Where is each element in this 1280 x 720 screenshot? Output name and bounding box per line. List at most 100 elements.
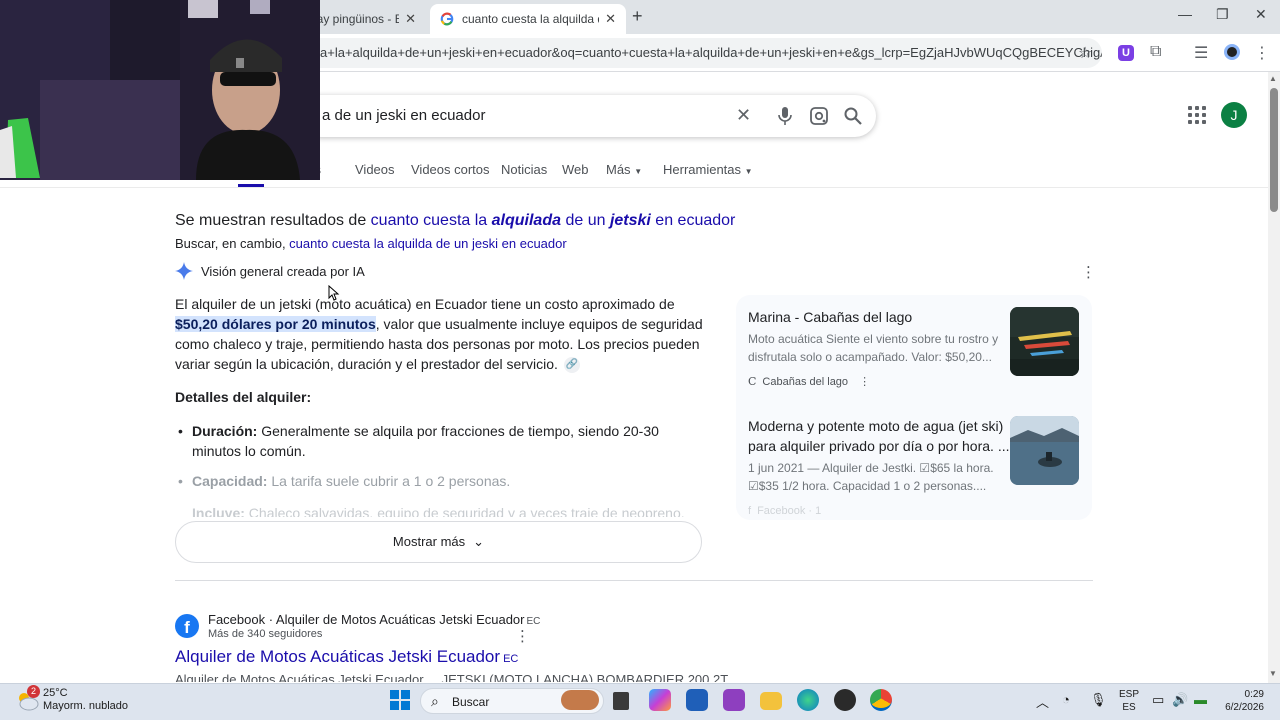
- minimize-icon[interactable]: —: [1178, 6, 1192, 22]
- store-icon[interactable]: [686, 689, 708, 711]
- search-icon[interactable]: [843, 106, 863, 126]
- result-more-icon[interactable]: ⋮: [515, 627, 530, 645]
- q-part-bold: alquilada: [491, 212, 561, 229]
- tab-close-icon[interactable]: ✕: [605, 11, 616, 27]
- restore-icon[interactable]: ❐: [1216, 6, 1229, 23]
- task-view-icon[interactable]: [613, 692, 629, 710]
- scroll-up-icon[interactable]: ▲: [1269, 74, 1277, 83]
- tools-label: Herramientas: [663, 162, 742, 177]
- microphone-icon[interactable]: 🎙: [1090, 692, 1107, 708]
- tab-more-label: Más: [606, 162, 631, 177]
- scrollbar-thumb[interactable]: [1270, 88, 1278, 212]
- webcam-overlay: [0, 0, 320, 180]
- extensions-puzzle-icon[interactable]: ⧉: [1150, 43, 1161, 61]
- network-icon[interactable]: ▭: [1152, 692, 1164, 708]
- scroll-down-icon[interactable]: ▼: [1269, 669, 1277, 678]
- tab-active-search[interactable]: cuanto cuesta la alquilda de un ✕: [430, 4, 626, 34]
- list-item: Incluye: Chaleco salvavidas, equipo de s…: [192, 503, 707, 517]
- address-bar[interactable]: a+la+alquilda+de+un+jeski+en+ecuador&oq=…: [300, 38, 1102, 68]
- ai-overview-paragraph: El alquiler de un jetski (moto acuática)…: [175, 294, 705, 374]
- media-controls-icon[interactable]: ☰: [1194, 43, 1208, 63]
- obs-icon[interactable]: [834, 689, 856, 711]
- bullet-text: La tarifa suele cubrir a 1 o 2 personas.: [267, 473, 511, 489]
- chrome-taskbar-icon[interactable]: [870, 689, 892, 711]
- google-search-box[interactable]: a de un jeski en ecuador ✕: [300, 95, 876, 137]
- result-snippet: Alquiler de Motos Acuáticas Jetski Ecuad…: [175, 672, 729, 682]
- bullet-text: Chaleco salvavidas, equipo de seguridad …: [244, 505, 685, 517]
- result-title-link[interactable]: Alquiler de Motos Acuáticas Jetski Ecuad…: [175, 647, 518, 667]
- volume-icon[interactable]: 🔊: [1172, 692, 1188, 708]
- account-avatar[interactable]: J: [1221, 102, 1247, 128]
- battery-icon[interactable]: ▬: [1194, 692, 1207, 707]
- source-link-icon[interactable]: 🔗: [563, 357, 580, 374]
- source-card[interactable]: Moderna y potente moto de agua (jet ski)…: [736, 405, 1092, 520]
- weather-temperature[interactable]: 25°C: [43, 687, 68, 699]
- source-more-icon[interactable]: ⋮: [859, 376, 870, 388]
- clear-search-icon[interactable]: ✕: [736, 105, 751, 126]
- tab-videos[interactable]: Videos: [355, 162, 395, 177]
- jetski-lake-thumbnail: [1010, 307, 1079, 376]
- bookmark-star-icon[interactable]: ☆: [1078, 43, 1092, 63]
- search-query[interactable]: a de un jeski en ecuador: [322, 107, 485, 124]
- result-title: Alquiler de Motos Acuáticas Jetski Ecuad…: [175, 647, 501, 666]
- ai-overview-title: Visión general creada por IA: [201, 263, 365, 279]
- bullet-label: Duración:: [192, 423, 258, 439]
- chrome-menu-icon[interactable]: ⋮: [1254, 43, 1270, 63]
- show-more-button[interactable]: Mostrar más ⌄: [175, 521, 702, 563]
- source-title[interactable]: Moderna y potente moto de agua (jet ski)…: [748, 416, 1010, 456]
- source-snippet: 1 jun 2021 — Alquiler de Jestki. ☑$65 la…: [748, 461, 994, 493]
- tab-web[interactable]: Web: [562, 162, 589, 177]
- tray-app-icon[interactable]: ◔: [1062, 692, 1070, 707]
- clock-time: 0:29: [1244, 689, 1264, 700]
- original-query-link[interactable]: cuanto cuesta la alquilda de un jeski en…: [289, 236, 567, 251]
- new-tab-icon[interactable]: +: [632, 6, 643, 27]
- lens-search-icon[interactable]: [809, 106, 829, 126]
- q-part: cuanto cuesta la: [370, 212, 492, 229]
- profile-icon[interactable]: [1224, 44, 1240, 60]
- mouse-cursor-icon: [328, 285, 340, 301]
- list-item: Capacidad: La tarifa suele cubrir a 1 o …: [178, 471, 707, 491]
- source-title[interactable]: Marina - Cabañas del lago: [748, 307, 1010, 327]
- extension-u-icon[interactable]: U: [1118, 45, 1134, 61]
- tools-button[interactable]: Herramientas ▼: [663, 162, 753, 177]
- result-source-name: Facebook · Alquiler de Motos Acuáticas J…: [208, 612, 525, 627]
- language-indicator[interactable]: ESP ES: [1119, 688, 1139, 714]
- clipchamp-icon[interactable]: [723, 689, 745, 711]
- source-site-icon: f: [748, 505, 752, 517]
- tab-more[interactable]: Más ▼: [606, 162, 642, 177]
- copilot-icon[interactable]: [649, 689, 671, 711]
- google-favicon-icon: [440, 12, 454, 26]
- ai-overview-more-icon[interactable]: ⋮: [1081, 263, 1096, 281]
- tab-short-videos[interactable]: Videos cortos: [411, 162, 490, 177]
- source-site-icon: C: [748, 375, 757, 388]
- facebook-logo-icon[interactable]: f: [175, 614, 199, 638]
- source-site: f Facebook · 1: [748, 505, 821, 517]
- show-more-label: Mostrar más: [392, 534, 466, 549]
- search-highlight-icon[interactable]: [561, 690, 599, 710]
- tab-close-icon[interactable]: ✕: [405, 11, 416, 27]
- windows-start-icon[interactable]: [390, 690, 410, 710]
- source-card[interactable]: Marina - Cabañas del lago Moto acuática …: [736, 295, 1092, 405]
- section-divider: [175, 580, 1093, 581]
- window-close-icon[interactable]: ✕: [1255, 6, 1267, 23]
- weather-badge: 2: [27, 685, 40, 698]
- taskbar-search-label: Buscar: [452, 695, 490, 709]
- edge-icon[interactable]: [797, 689, 819, 711]
- taskbar-clock[interactable]: 0:29 6/2/2026: [1220, 688, 1264, 714]
- voice-search-icon[interactable]: [778, 106, 792, 126]
- google-apps-icon[interactable]: [1188, 106, 1206, 124]
- result-source[interactable]: Facebook · Alquiler de Motos Acuáticas J…: [208, 612, 540, 627]
- lang-top: ESP: [1119, 689, 1140, 700]
- search-icon: ⌕: [431, 693, 439, 709]
- showing-prefix: Se muestran resultados de: [175, 212, 371, 229]
- tray-chevron-icon[interactable]: ︿: [1036, 692, 1049, 711]
- file-explorer-icon[interactable]: [760, 692, 782, 710]
- showing-results-for: Se muestran resultados de cuanto cuesta …: [175, 212, 735, 230]
- corrected-query-link[interactable]: cuanto cuesta la alquilada de un jetski …: [371, 212, 736, 229]
- tab-news[interactable]: Noticias: [501, 162, 547, 177]
- list-item: Duración: Generalmente se alquila por fr…: [178, 421, 707, 461]
- active-tab-indicator: [238, 184, 264, 187]
- chevron-down-icon: ▼: [634, 167, 643, 176]
- tab-title: hay pingüinos - B: [310, 12, 400, 26]
- weather-description[interactable]: Mayorm. nublado: [43, 700, 128, 712]
